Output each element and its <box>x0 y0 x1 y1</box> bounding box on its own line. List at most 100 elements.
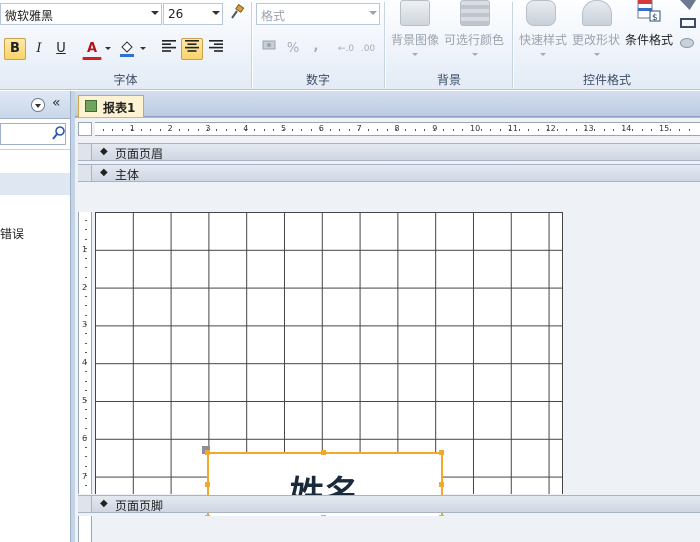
font-color-button[interactable]: A <box>82 38 102 60</box>
shape-effects-icon[interactable] <box>680 38 694 48</box>
document-area: 报表1 123456789101112131415 ◆ 页面页眉 ◆ 主体 12… <box>75 91 700 542</box>
shape-outline-icon[interactable] <box>680 18 696 28</box>
page-footer-section[interactable] <box>95 516 700 542</box>
ruler-tick <box>85 418 87 420</box>
ruler-tick <box>358 129 360 131</box>
ruler-tick <box>471 129 473 131</box>
resize-handle[interactable] <box>205 482 210 487</box>
font-size-value: 26 <box>168 7 184 21</box>
ruler-tick <box>85 380 87 382</box>
underline-button[interactable]: U <box>50 38 72 60</box>
currency-button[interactable] <box>259 38 281 60</box>
ruler-tick <box>178 129 180 131</box>
tab-report1[interactable]: 报表1 <box>78 95 144 117</box>
number-group-label: 数字 <box>305 73 330 87</box>
chevron-down-icon <box>412 53 418 56</box>
page-header-label: 页面页眉 <box>115 147 164 161</box>
nav-menu-button[interactable] <box>31 98 45 112</box>
fill-color-button[interactable] <box>116 38 138 60</box>
change-shape-button[interactable]: 更改形状 <box>572 31 620 48</box>
chevron-down-icon <box>35 104 41 108</box>
resize-handle[interactable] <box>439 482 444 487</box>
font-size-combo[interactable]: 26 <box>163 3 223 25</box>
format-painter-icon <box>231 3 245 19</box>
section-selector[interactable] <box>78 496 92 512</box>
chevron-down-icon <box>105 47 111 50</box>
shape-fill-icon[interactable] <box>680 0 696 10</box>
comma-button[interactable]: , <box>305 36 327 58</box>
decrease-decimal-button[interactable]: .00 <box>357 38 379 60</box>
ruler-tick <box>216 129 218 131</box>
alternate-row-color-button[interactable]: 可选行颜色 <box>444 31 504 48</box>
ruler-tick <box>85 465 87 467</box>
collapse-pane-icon[interactable]: « <box>52 95 61 111</box>
ruler-tick <box>254 129 256 131</box>
ruler-tick <box>206 129 208 131</box>
ruler-corner-selector[interactable] <box>78 122 92 136</box>
ruler-tick <box>282 129 284 131</box>
section-arrow-icon: ◆ <box>100 498 108 509</box>
ruler-tick <box>85 437 87 439</box>
conditional-format-button[interactable]: 条件格式 <box>625 31 673 48</box>
ruler-tick <box>462 129 464 131</box>
ruler-tick <box>490 129 492 131</box>
section-selector[interactable] <box>78 144 92 160</box>
font-name-combo[interactable]: 微软雅黑 <box>0 3 162 25</box>
align-right-button[interactable] <box>205 38 227 60</box>
align-center-button[interactable] <box>181 38 203 60</box>
resize-handle[interactable] <box>205 450 210 455</box>
ruler-tick <box>85 427 87 429</box>
resize-handle[interactable] <box>321 450 326 455</box>
format-painter-button[interactable] <box>226 3 248 25</box>
ruler-tick <box>103 129 104 131</box>
horizontal-ruler[interactable]: 123456789101112131415 <box>95 122 700 136</box>
ruler-tick <box>651 129 653 131</box>
control-format-group: $ 快速样式 更改形状 条件格式 控件格式 <box>514 0 700 90</box>
ruler-tick <box>112 129 114 131</box>
align-left-button[interactable] <box>158 38 180 60</box>
number-format-combo[interactable]: 格式 <box>256 3 380 25</box>
paint-bucket-icon <box>120 41 134 57</box>
number-group: 格式 % , ←.0 .00 数字 <box>253 0 383 90</box>
ruler-tick <box>150 129 152 131</box>
ruler-tick <box>85 456 87 458</box>
resize-handle[interactable] <box>439 450 444 455</box>
background-image-button[interactable]: 背景图像 <box>391 31 439 48</box>
ruler-tick <box>85 267 87 269</box>
bold-button[interactable]: B <box>4 38 26 60</box>
quick-styles-button[interactable]: 快速样式 <box>519 31 567 48</box>
ruler-tick <box>556 129 558 131</box>
navigation-pane: « 错误 <box>0 91 71 542</box>
italic-button[interactable]: I <box>28 38 50 60</box>
page-footer-section-bar[interactable]: ◆ 页面页脚 <box>78 495 700 513</box>
ruler-tick <box>197 129 199 131</box>
page-header-section-bar[interactable]: ◆ 页面页眉 <box>78 143 700 161</box>
ruler-tick <box>660 129 662 131</box>
ruler-tick <box>85 352 87 354</box>
ruler-tick <box>320 129 322 131</box>
ruler-tick <box>85 257 87 259</box>
ruler-tick <box>85 446 87 448</box>
section-selector[interactable] <box>78 165 92 181</box>
ruler-tick <box>131 129 133 131</box>
ruler-tick <box>85 475 87 477</box>
ruler-tick <box>603 129 605 131</box>
vertical-ruler-footer[interactable] <box>78 516 92 542</box>
nav-selected-item[interactable] <box>0 173 70 195</box>
ruler-tick <box>433 129 435 131</box>
increase-decimal-button[interactable]: ←.0 <box>335 38 357 60</box>
percent-button[interactable]: % <box>282 38 304 60</box>
detail-section-bar[interactable]: ◆ 主体 <box>78 164 700 182</box>
search-icon[interactable] <box>52 125 66 144</box>
ruler-tick <box>622 129 624 131</box>
align-right-icon <box>209 40 223 52</box>
chevron-down-icon <box>151 11 159 15</box>
vertical-ruler[interactable]: 1234567 <box>78 212 92 494</box>
chevron-down-icon <box>140 47 146 50</box>
nav-item-label[interactable]: 错误 <box>0 225 24 242</box>
ruler-tick <box>575 129 577 131</box>
document-tab-strip: 报表1 <box>75 91 700 117</box>
ruler-tick <box>85 371 87 373</box>
detail-section-grid[interactable]: 姓名 <box>95 212 563 520</box>
ruler-tick <box>377 129 379 131</box>
